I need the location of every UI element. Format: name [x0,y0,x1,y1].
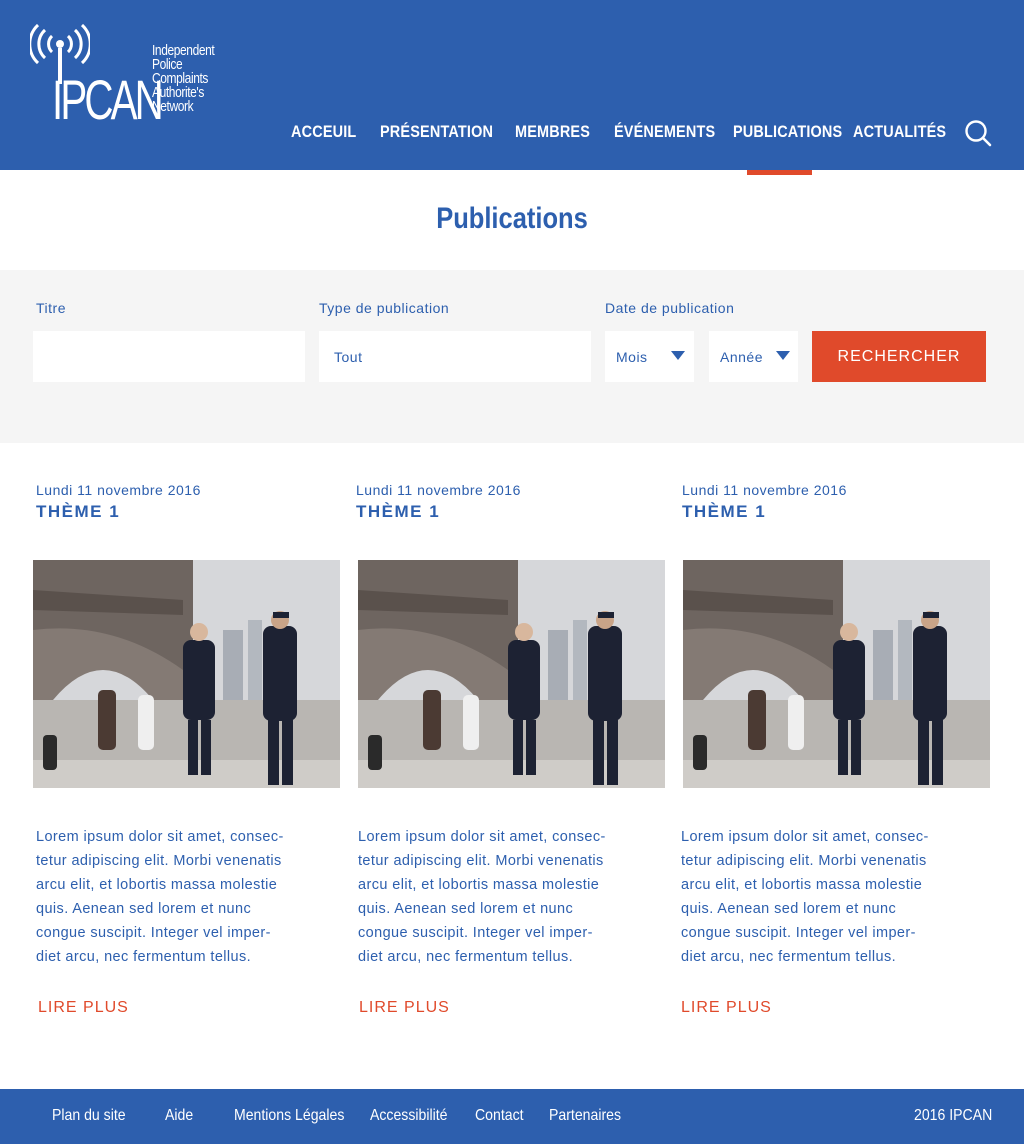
excerpt-line: congue suscipit. Integer vel imper- [681,925,916,941]
excerpt-line: diet arcu, nec fermentum tellus. [36,949,252,965]
nav-item-evenements[interactable]: ÉVÉNEMENTS [614,122,715,142]
excerpt-line: tetur adipiscing elit. Morbi venenatis [36,853,282,869]
read-more-link[interactable]: LIRE PLUS [359,999,450,1017]
excerpt-line: arcu elit, et lobortis massa molestie [36,877,278,893]
read-more-link[interactable]: LIRE PLUS [38,999,129,1017]
page-title: Publications [436,202,588,235]
publication-theme[interactable]: THÈME 1 [682,502,766,522]
type-filter-label: Type de publication [319,300,450,316]
nav-item-presentation[interactable]: PRÉSENTATION [380,122,493,142]
excerpt-line: tetur adipiscing elit. Morbi venenatis [358,853,604,869]
copyright: 2016 IPCAN [914,1107,993,1124]
photo-illustration [33,560,340,788]
nav-active-indicator [747,170,812,175]
ipcan-logo[interactable]: IPCAN Independent Police Complaints Auth… [30,24,220,146]
footer-link-contact[interactable]: Contact [475,1107,524,1125]
title-input[interactable] [33,331,305,382]
chevron-down-icon [776,351,790,360]
logo-full-name: Independent Police Complaints Authorite'… [152,43,224,115]
police-eiffel-tower-photo[interactable] [683,560,990,788]
publication-theme[interactable]: THÈME 1 [36,502,120,522]
year-select[interactable]: Année [709,331,798,382]
year-select-value: Année [720,348,763,365]
excerpt-line: tetur adipiscing elit. Morbi venenatis [681,853,927,869]
excerpt-line: congue suscipit. Integer vel imper- [358,925,593,941]
publication-date: Lundi 11 novembre 2016 [682,482,847,498]
nav-item-membres[interactable]: MEMBRES [515,122,590,142]
search-icon[interactable] [964,119,992,147]
footer-link-partenaires[interactable]: Partenaires [549,1107,621,1125]
footer-link-plan-du-site[interactable]: Plan du site [52,1107,126,1125]
read-more-link[interactable]: LIRE PLUS [681,999,772,1017]
footer-link-aide[interactable]: Aide [165,1107,193,1125]
publication-excerpt: Lorem ipsum dolor sit amet, consec- tetu… [681,825,966,969]
excerpt-line: diet arcu, nec fermentum tellus. [681,949,897,965]
date-filter-label: Date de publication [605,300,735,316]
photo-illustration [683,560,990,788]
footer-link-accessibilite[interactable]: Accessibilité [370,1107,447,1125]
police-eiffel-tower-photo[interactable] [358,560,665,788]
excerpt-line: quis. Aenean sed lorem et nunc [358,901,574,917]
footer-link-mentions-legales[interactable]: Mentions Légales [234,1107,344,1125]
excerpt-line: arcu elit, et lobortis massa molestie [358,877,600,893]
excerpt-line: diet arcu, nec fermentum tellus. [358,949,574,965]
nav-item-actualites[interactable]: ACTUALITÉS [853,122,946,142]
publication-excerpt: Lorem ipsum dolor sit amet, consec- tetu… [36,825,321,969]
excerpt-line: Lorem ipsum dolor sit amet, consec- [36,829,284,845]
site-footer: Plan du site Aide Mentions Légales Acces… [0,1089,1024,1144]
month-select[interactable]: Mois [605,331,694,382]
site-header: IPCAN Independent Police Complaints Auth… [0,0,1024,170]
excerpt-line: Lorem ipsum dolor sit amet, consec- [358,829,606,845]
police-eiffel-tower-photo[interactable] [33,560,340,788]
publication-excerpt: Lorem ipsum dolor sit amet, consec- tetu… [358,825,643,969]
title-filter-label: Titre [36,300,66,316]
search-button[interactable]: RECHERCHER [812,331,986,382]
logo-acronym: IPCAN [52,68,164,131]
publication-type-select[interactable]: Tout [319,331,591,382]
logo-line: Network [152,98,194,115]
nav-item-publications[interactable]: PUBLICATIONS [733,122,842,142]
excerpt-line: quis. Aenean sed lorem et nunc [681,901,897,917]
publication-theme[interactable]: THÈME 1 [356,502,440,522]
photo-illustration [358,560,665,788]
month-select-value: Mois [616,348,648,365]
publication-date: Lundi 11 novembre 2016 [36,482,201,498]
chevron-down-icon [671,351,685,360]
excerpt-line: arcu elit, et lobortis massa molestie [681,877,923,893]
search-filters: Titre Type de publication Tout Date de p… [0,270,1024,443]
publication-date: Lundi 11 novembre 2016 [356,482,521,498]
excerpt-line: quis. Aenean sed lorem et nunc [36,901,252,917]
nav-item-acceuil[interactable]: ACCEUIL [291,122,356,142]
excerpt-line: congue suscipit. Integer vel imper- [36,925,271,941]
excerpt-line: Lorem ipsum dolor sit amet, consec- [681,829,929,845]
